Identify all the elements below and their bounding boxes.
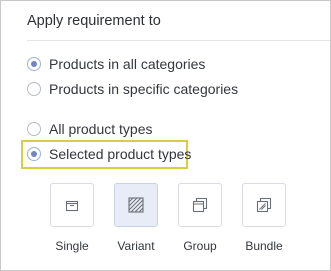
box-icon: [65, 200, 79, 212]
radio-label: Selected product types: [49, 146, 192, 162]
radio-all-product-types[interactable]: All product types: [27, 119, 153, 139]
product-type-bundle-tile[interactable]: [242, 183, 286, 227]
radio-label: All product types: [49, 121, 153, 137]
product-type-group-tile[interactable]: [178, 183, 222, 227]
bundle-box-icon: [256, 197, 272, 213]
apply-requirement-panel: Apply requirement to Products in all cat…: [0, 0, 331, 271]
radio-selected-product-types[interactable]: Selected product types: [27, 144, 191, 164]
product-type-single-tile[interactable]: [50, 183, 94, 227]
radio-button-checked[interactable]: [27, 57, 41, 71]
product-type-group-label: Group: [183, 239, 217, 253]
stacked-boxes-icon: [192, 197, 208, 213]
product-type-variant-label: Variant: [117, 239, 155, 253]
product-type-bundle-label: Bundle: [245, 239, 283, 253]
radio-button[interactable]: [27, 82, 41, 96]
product-type-single-label: Single: [55, 239, 89, 253]
radio-all-categories[interactable]: Products in all categories: [27, 54, 205, 74]
panel-title: Apply requirement to: [27, 13, 161, 29]
radio-label: Products in all categories: [49, 56, 206, 72]
radio-button[interactable]: [27, 122, 41, 136]
radio-label: Products in specific categories: [49, 81, 239, 97]
radio-button-checked[interactable]: [27, 147, 41, 161]
radio-specific-categories[interactable]: Products in specific categories: [27, 79, 238, 99]
title-divider: [27, 40, 330, 41]
striped-square-icon: [128, 197, 144, 213]
product-type-variant-tile[interactable]: [114, 183, 158, 227]
